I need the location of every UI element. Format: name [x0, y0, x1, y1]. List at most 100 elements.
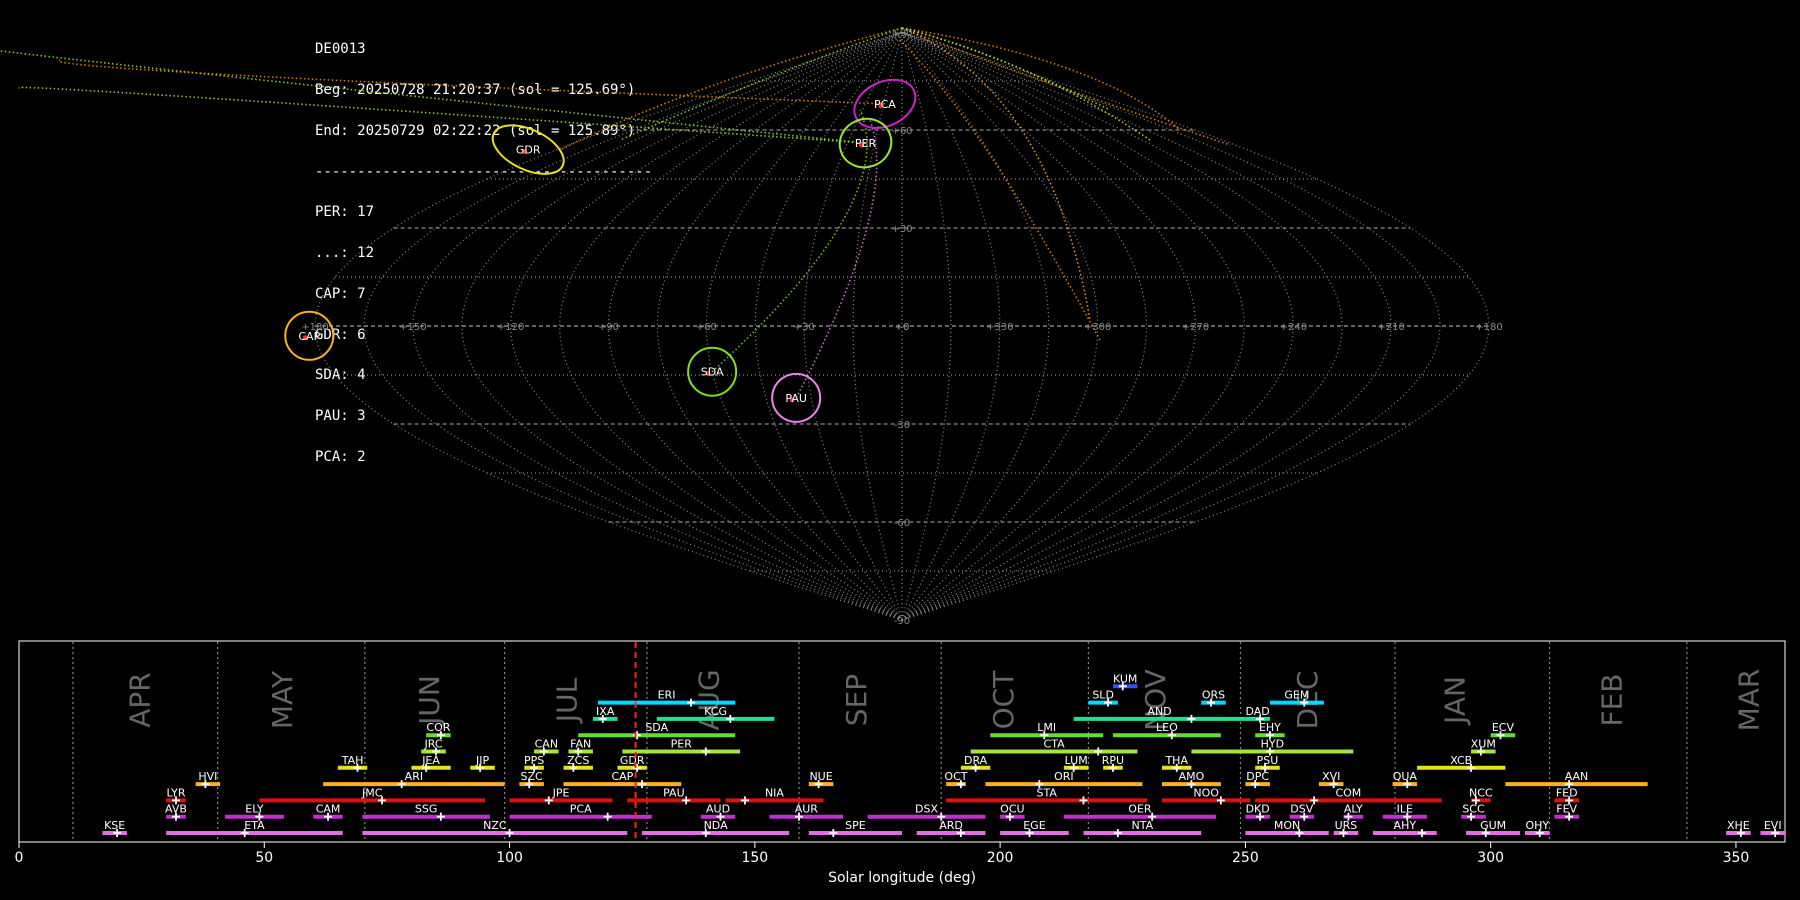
shower-label: FEV	[1556, 803, 1577, 816]
shower-label: GEM	[1284, 689, 1309, 702]
x-tick-label: 200	[987, 850, 1014, 866]
shower-label: JIP	[475, 754, 489, 767]
shower-label: ILE	[1397, 803, 1413, 816]
shower-label: ARD	[939, 819, 963, 832]
x-tick-label: 300	[1477, 850, 1504, 866]
shower-label: FAN	[570, 738, 591, 751]
shower-label: ZCS	[567, 754, 589, 767]
month-labels: APR MAY JUN JUL AUG SEP OCT NOV DEC JAN FEB MAR	[124, 669, 1766, 732]
x-tick-label: 150	[741, 850, 768, 866]
shower-label: GUM	[1480, 819, 1506, 832]
shower-label: DPC	[1246, 770, 1269, 783]
shower-label: AUD	[706, 803, 730, 816]
month-label: MAY	[266, 670, 299, 729]
month-label: JUN	[413, 675, 446, 727]
shower-label: STA	[1037, 786, 1058, 799]
shower-label: NOO	[1193, 786, 1219, 799]
month-label: MAR	[1733, 669, 1766, 732]
shower-label: HVI	[198, 770, 217, 783]
shower-label: PPS	[524, 754, 544, 767]
shower-label: NUE	[809, 770, 832, 783]
month-label: AUG	[693, 669, 726, 730]
shower-label: OCT	[944, 770, 967, 783]
shower-label: AMO	[1179, 770, 1205, 783]
shower-label: OHY	[1525, 819, 1549, 832]
x-tick-label: 100	[496, 850, 523, 866]
x-tick-label: 0	[15, 850, 24, 866]
shower-label: HYD	[1261, 738, 1284, 751]
shower-label: JRC	[424, 738, 443, 751]
shower-label: JMC	[361, 786, 383, 799]
month-label: OCT	[987, 670, 1020, 730]
shower-label: IXA	[596, 705, 615, 718]
shower-timeline: APR MAY JUN JUL AUG SEP OCT NOV DEC JAN FEB MAR KUM…	[15, 640, 1786, 886]
shower-label: SCC	[1462, 803, 1485, 816]
shower-label: LMI	[1037, 721, 1056, 734]
shower-label: KUM	[1113, 672, 1137, 685]
x-tick-label: 250	[1232, 850, 1259, 866]
shower-label: AUR	[795, 803, 819, 816]
shower-label: ORS	[1202, 689, 1225, 702]
shower-label: ERI	[658, 689, 676, 702]
shower-label: PER	[671, 738, 693, 751]
x-axis: 0 50 100 150 200 250 300 350	[15, 842, 1750, 866]
shower-label: SDA	[645, 721, 668, 734]
shower-label: ORI	[1054, 770, 1074, 783]
shower-label: ELY	[245, 803, 264, 816]
shower-label: PSU	[1257, 754, 1279, 767]
shower-label: EVI	[1764, 819, 1782, 832]
shower-label: ETA	[244, 819, 265, 832]
shower-label: EGE	[1023, 819, 1045, 832]
x-tick-label: 350	[1723, 850, 1750, 866]
shower-label: ALY	[1344, 803, 1363, 816]
shower-label: LUM	[1065, 754, 1088, 767]
shower-label: XHE	[1727, 819, 1750, 832]
shower-label: GDR	[620, 754, 645, 767]
x-axis-label: Solar longitude (deg)	[828, 870, 976, 886]
shower-label: PCA	[570, 803, 592, 816]
shower-label: DAD	[1246, 705, 1270, 718]
month-label: FEB	[1595, 673, 1628, 726]
shower-label: SZC	[521, 770, 544, 783]
shower-label: LEO	[1156, 721, 1178, 734]
shower-label: DKD	[1246, 803, 1270, 816]
x-tick-label: 50	[255, 850, 273, 866]
shower-label: CAM	[316, 803, 341, 816]
shower-label: COR	[426, 721, 450, 734]
month-label: JAN	[1438, 676, 1471, 726]
shower-label: AVB	[165, 803, 187, 816]
shower-bars: KUM ERI SLD ORS GEM IXA KCG AND DAD COR SDA LMI LEO E…	[102, 642, 1785, 841]
shower-label: EHY	[1259, 721, 1281, 734]
shower-label: NIA	[765, 786, 784, 799]
shower-label: DSX	[915, 803, 938, 816]
shower-label: OCU	[1000, 803, 1024, 816]
shower-label: DRA	[964, 754, 988, 767]
shower-label: LYR	[166, 786, 185, 799]
shower-label: CTA	[1044, 738, 1066, 751]
shower-label: JEA	[421, 754, 440, 767]
shower-label: RPU	[1102, 754, 1124, 767]
shower-label: NZC	[483, 819, 507, 832]
shower-label: AAN	[1565, 770, 1589, 783]
shower-label: QUA	[1393, 770, 1418, 783]
shower-label: XVI	[1322, 770, 1340, 783]
shower-label: ECV	[1492, 721, 1515, 734]
shower-label: TAH	[341, 754, 364, 767]
shower-label: AND	[1147, 705, 1171, 718]
shower-label: NCC	[1469, 786, 1493, 799]
shower-label: THA	[1164, 754, 1188, 767]
shower-label: SPE	[845, 819, 866, 832]
month-label: JUL	[550, 677, 583, 724]
shower-label: ARI	[405, 770, 423, 783]
shower-label: NTA	[1132, 819, 1154, 832]
shower-label: CAP	[611, 770, 633, 783]
shower-label: SLD	[1092, 689, 1114, 702]
shower-label: XCB	[1450, 754, 1472, 767]
shower-label: FED	[1556, 786, 1578, 799]
shower-label: MON	[1274, 819, 1300, 832]
shower-label: JPE	[552, 786, 570, 799]
shower-label: SSG	[415, 803, 438, 816]
shower-label: OER	[1128, 803, 1152, 816]
shower-label: XUM	[1471, 738, 1496, 751]
shower-label: KCG	[704, 705, 727, 718]
